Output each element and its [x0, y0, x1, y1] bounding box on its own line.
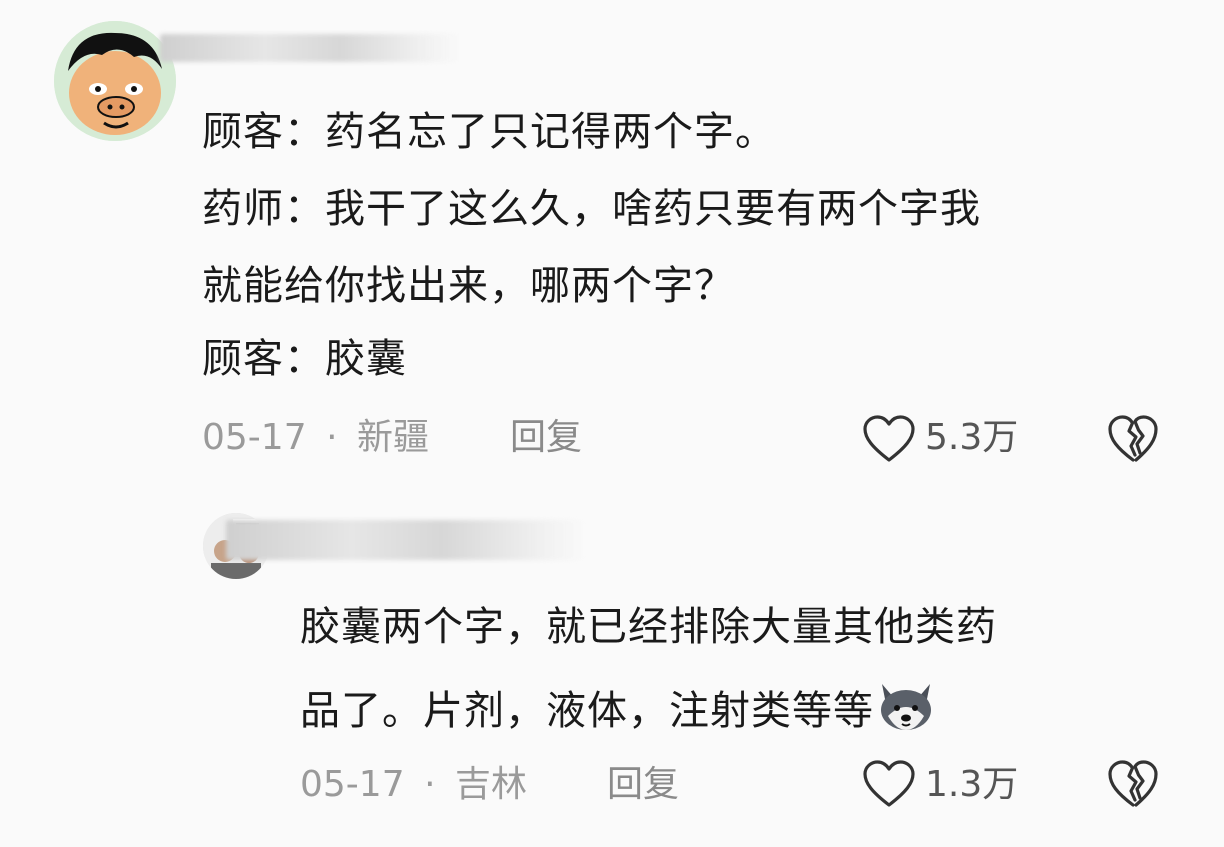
comment-reply-button[interactable]: 回复 [510, 416, 582, 460]
comment-dislike-button[interactable] [1107, 413, 1159, 465]
reply-like-button[interactable] [862, 759, 916, 809]
broken-heart-icon [1108, 760, 1158, 807]
comment-text-line-1: 顾客：药名忘了只记得两个字。 [202, 109, 776, 155]
reply-text-line-2-content: 品了。片剂，液体，注射类等等 [300, 688, 874, 734]
pig-cartoon-avatar-icon [54, 21, 176, 141]
reply-meta: 05-17 · 吉林 [300, 763, 527, 807]
broken-heart-icon [1108, 415, 1158, 462]
reply-dislike-button[interactable] [1107, 758, 1159, 810]
reply-text-line-1: 胶囊两个字，就已经排除大量其他类药 [300, 604, 997, 650]
comment-location: 新疆 [356, 417, 429, 458]
reply-reply-button[interactable]: 回复 [607, 763, 679, 807]
reply-text-line-2: 品了。片剂，液体，注射类等等 [300, 680, 936, 735]
heart-outline-icon [863, 760, 915, 807]
comment-like-button[interactable] [862, 414, 916, 464]
reply-like-count: 1.3万 [925, 764, 1019, 805]
comment-text-line-2: 药师：我干了这么久，啥药只要有两个字我 [202, 186, 981, 232]
comment-meta: 05-17 · 新疆 [202, 416, 429, 460]
commenter-avatar[interactable] [54, 21, 176, 141]
replier-username-blurred[interactable] [226, 520, 586, 560]
reply-location: 吉林 [454, 764, 527, 805]
dog-face-emoji-icon [876, 680, 936, 732]
comment-text-line-3: 就能给你找出来，哪两个字？ [202, 263, 735, 309]
meta-separator: · [424, 764, 436, 805]
comment-like-count: 5.3万 [925, 417, 1019, 458]
commenter-username-blurred[interactable] [160, 34, 460, 62]
heart-outline-icon [863, 415, 915, 462]
comment-text-line-4: 顾客：胶囊 [202, 336, 407, 382]
comment-date: 05-17 [202, 417, 307, 458]
reply-date: 05-17 [300, 764, 405, 805]
meta-separator: · [326, 417, 338, 458]
